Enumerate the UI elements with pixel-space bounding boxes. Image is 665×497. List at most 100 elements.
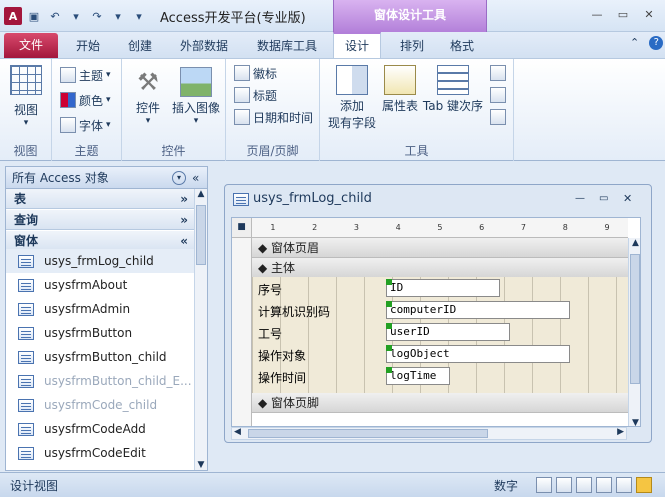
field-label[interactable]: 计算机识别码 <box>258 303 330 320</box>
title-icon <box>234 87 250 103</box>
restore-icon[interactable]: ▭ <box>599 185 608 213</box>
view-code-icon[interactable] <box>490 109 506 125</box>
controls-button[interactable]: ⚒ 控件 ▾ <box>130 67 166 126</box>
access-logo-icon[interactable]: A <box>4 7 22 25</box>
section-form-footer[interactable]: ◆ 窗体页脚 <box>252 393 628 413</box>
field-control[interactable]: computerID <box>386 301 570 319</box>
minimize-icon[interactable]: — <box>588 6 606 22</box>
chevron-down-icon[interactable]: ▾ <box>109 7 127 25</box>
datetime-label: 日期和时间 <box>253 110 314 125</box>
close-icon[interactable]: ✕ <box>640 6 658 22</box>
form-icon <box>18 350 34 364</box>
scroll-thumb[interactable] <box>196 205 206 265</box>
nav-section-queries[interactable]: 查询 » <box>6 210 194 230</box>
tab-format[interactable]: 格式 <box>440 34 484 58</box>
horizontal-ruler: 1 2 3 4 5 6 7 8 9 <box>252 218 628 238</box>
field-control[interactable]: logObject <box>386 345 570 363</box>
nav-section-forms[interactable]: 窗体 « <box>6 231 194 251</box>
title-button[interactable]: 标题 <box>234 85 277 105</box>
form-view-icon[interactable] <box>536 477 552 493</box>
collapse-ribbon-icon[interactable]: ⌃ <box>630 36 639 50</box>
nav-section-forms-label: 窗体 <box>14 234 39 248</box>
insert-image-button[interactable]: 插入图像 ▾ <box>168 67 224 126</box>
collapse-icon: « <box>180 234 188 248</box>
list-item[interactable]: usysfrmButton_child <box>6 345 194 369</box>
view-switcher <box>536 477 652 493</box>
vertical-scrollbar[interactable]: ▲ ▼ <box>628 238 640 426</box>
nav-dropdown-icon[interactable]: ▾ <box>172 171 186 185</box>
scroll-thumb[interactable] <box>248 429 488 438</box>
close-icon[interactable]: ✕ <box>623 185 632 213</box>
horizontal-scrollbar[interactable]: ◀ ▶ <box>231 427 627 440</box>
layout-view-icon[interactable] <box>616 477 632 493</box>
nav-scrollbar[interactable]: ▲ ▼ <box>194 189 207 470</box>
scroll-down-icon[interactable]: ▼ <box>195 460 207 470</box>
list-item[interactable]: usysfrmButton <box>6 321 194 345</box>
field-control[interactable]: ID <box>386 279 500 297</box>
scroll-up-icon[interactable]: ▲ <box>629 238 640 248</box>
list-item[interactable]: usys_frmLog_child <box>6 249 194 273</box>
add-fields-label-1: 添加 <box>339 99 364 113</box>
field-label[interactable]: 序号 <box>258 281 282 298</box>
colors-button[interactable]: 颜色 ▾ <box>60 90 111 110</box>
section-detail[interactable]: ◆ 主体 <box>252 258 628 278</box>
undo-icon[interactable]: ↶ <box>46 7 64 25</box>
datasheet-view-icon[interactable] <box>556 477 572 493</box>
nav-header[interactable]: 所有 Access 对象 ▾ « <box>6 167 207 189</box>
minimize-icon[interactable]: — <box>575 185 585 213</box>
field-control[interactable]: userID <box>386 323 510 341</box>
field-control[interactable]: logTime <box>386 367 450 385</box>
scroll-left-icon[interactable]: ◀ <box>234 427 241 437</box>
form-icon <box>18 374 34 388</box>
tab-external-data[interactable]: 外部数据 <box>172 34 236 58</box>
subform-icon[interactable] <box>490 65 506 81</box>
logo-icon <box>234 65 250 81</box>
convert-macro-icon[interactable] <box>490 87 506 103</box>
field-label[interactable]: 操作时间 <box>258 369 306 386</box>
collapse-nav-icon[interactable]: « <box>192 167 199 189</box>
scroll-thumb[interactable] <box>630 254 640 384</box>
pivot-table-icon[interactable] <box>576 477 592 493</box>
field-label[interactable]: 操作对象 <box>258 347 306 364</box>
list-item[interactable]: usysfrmAdmin <box>6 297 194 321</box>
field-label[interactable]: 工号 <box>258 325 282 342</box>
section-label: 窗体页脚 <box>271 396 320 410</box>
restore-icon[interactable]: ▭ <box>614 6 632 22</box>
tab-create[interactable]: 创建 <box>120 34 160 58</box>
view-button[interactable]: 视图 ▾ <box>6 65 46 128</box>
pivot-chart-icon[interactable] <box>596 477 612 493</box>
help-icon[interactable]: ? <box>649 36 664 50</box>
tab-home[interactable]: 开始 <box>68 34 108 58</box>
detail-grid[interactable]: 序号 ID 计算机识别码 computerID 工号 userID 操作对象 l… <box>252 277 628 393</box>
form-selector[interactable]: ■ <box>232 218 252 238</box>
customize-qat-icon[interactable]: ▾ <box>130 7 148 25</box>
list-item[interactable]: usysfrmCodeEdit <box>6 441 194 465</box>
list-item[interactable]: usysfrmCode_child <box>6 393 194 417</box>
datetime-button[interactable]: 日期和时间 <box>234 107 313 127</box>
tab-file[interactable]: 文件 <box>4 33 58 58</box>
theme-button[interactable]: 主题 ▾ <box>60 65 111 85</box>
list-item[interactable]: usysfrmCodeAdd <box>6 417 194 441</box>
form-icon <box>18 422 34 436</box>
add-existing-fields-button[interactable]: 添加 现有字段 <box>326 65 378 131</box>
redo-icon[interactable]: ↷ <box>88 7 106 25</box>
save-icon[interactable]: ▣ <box>25 7 43 25</box>
chevron-down-icon[interactable]: ▾ <box>67 7 85 25</box>
tab-database-tools[interactable]: 数据库工具 <box>250 34 324 58</box>
scroll-down-icon[interactable]: ▼ <box>629 418 640 426</box>
section-form-header[interactable]: ◆ 窗体页眉 <box>252 238 628 258</box>
design-view-icon[interactable] <box>636 477 652 493</box>
scroll-right-icon[interactable]: ▶ <box>617 427 624 437</box>
tab-arrange[interactable]: 排列 <box>392 34 432 58</box>
scroll-up-icon[interactable]: ▲ <box>195 189 207 199</box>
ribbon: 视图 ▾ 视图 主题 ▾ 颜色 ▾ 字体 ▾ 主题 ⚒ 控件 ▾ 插入图像 ▾ 控件 … <box>0 58 665 161</box>
tab-design[interactable]: 设计 <box>333 32 381 59</box>
list-item[interactable]: usysfrmButton_child_E... <box>6 369 194 393</box>
fonts-button[interactable]: 字体 ▾ <box>60 115 111 135</box>
tab-order-button[interactable]: Tab 键次序 <box>422 65 484 114</box>
nav-section-tables[interactable]: 表» <box>6 189 194 209</box>
list-item[interactable]: usysfrmAbout <box>6 273 194 297</box>
property-sheet-button[interactable]: 属性表 <box>378 65 422 114</box>
expand-icon: » <box>180 192 188 206</box>
logo-button[interactable]: 徽标 <box>234 63 277 83</box>
